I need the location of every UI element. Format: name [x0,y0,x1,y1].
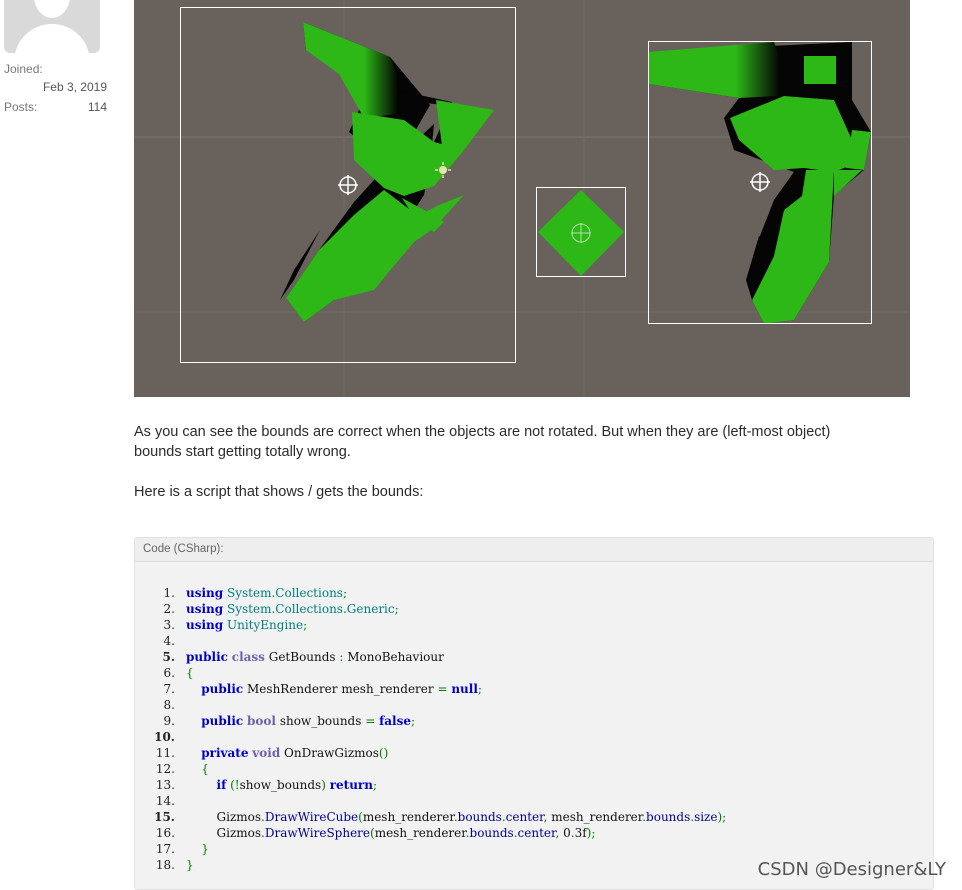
code-line: 15. Gizmos.DrawWireCube(mesh_renderer.bo… [135,809,933,825]
line-number: 4. [163,634,175,648]
code-line: 14. [135,793,933,809]
posts-count: 114 [87,100,107,114]
line-number: 15. [154,810,175,824]
line-number: 6. [163,666,175,680]
code-text: using System.Collections; [186,586,348,600]
post-paragraph-2: Here is a script that shows / gets the b… [134,484,424,500]
code-text: public class GetBounds : MonoBehaviour [186,650,444,664]
joined-label: Joined: [4,62,43,76]
code-line: 3. using UnityEngine; [135,617,933,633]
code-line: 7. public MeshRenderer mesh_renderer = n… [135,681,933,697]
line-number: 9. [163,714,175,728]
code-line: 5. public class GetBounds : MonoBehaviour [135,649,933,665]
code-text: if (!show_bounds) return; [216,778,378,792]
csdn-watermark: CSDN @Designer&LY [757,859,946,880]
line-number: 8. [163,698,175,712]
line-number: 11. [155,746,175,760]
code-line: 4. [135,633,933,649]
code-line: 12. { [135,761,933,777]
code-text: } [186,858,194,872]
code-line: 9. public bool show_bounds = false; [135,713,933,729]
code-line: 16. Gizmos.DrawWireSphere(mesh_renderer.… [135,825,933,841]
line-number: 3. [163,618,175,632]
paragraph-line: bounds start getting totally wrong. [134,444,351,460]
code-block-header: Code (CSharp): [135,538,933,562]
posts-label: Posts: [4,100,38,114]
line-number: 5. [162,650,175,664]
code-text: { [201,762,209,776]
line-number: 14. [155,794,175,808]
code-text: public MeshRenderer mesh_renderer = null… [201,682,482,696]
joined-date: Feb 3, 2019 [42,80,107,94]
default-avatar-icon [34,0,70,18]
line-number: 1. [163,586,175,600]
code-text: Gizmos.DrawWireCube(mesh_renderer.bounds… [186,810,727,824]
paragraph-line: As you can see the bounds are correct wh… [134,424,831,440]
post-paragraph-1: As you can see the bounds are correct wh… [134,422,914,462]
code-line: 1. using System.Collections; [135,585,933,601]
line-number: 2. [163,602,175,616]
code-line: 17. } [135,841,933,857]
code-line: 10. [135,729,933,745]
code-text: { [186,666,194,680]
line-number: 17. [155,842,175,856]
code-lines[interactable]: 1. using System.Collections; 2. using Syste… [135,585,933,873]
line-number: 16. [155,826,175,840]
code-text: Gizmos.DrawWireSphere(mesh_renderer.boun… [186,826,596,840]
line-number: 10. [154,730,175,744]
code-text: public bool show_bounds = false; [201,714,416,728]
code-line: 13. if (!show_bounds) return; [135,777,933,793]
line-number: 7. [163,682,175,696]
user-avatar[interactable] [4,0,100,53]
code-line: 2. using System.Collections.Generic; [135,601,933,617]
code-block[interactable]: Code (CSharp): 1. using System.Collection… [134,537,934,890]
pivot-gizmo-icon [750,172,770,192]
code-line: 6. { [135,665,933,681]
code-text: using UnityEngine; [186,618,308,632]
code-text: } [201,842,209,856]
rotated-mesh-left [280,22,494,322]
code-line: 8. [135,697,933,713]
post-image-unity-scene[interactable] [134,0,910,397]
line-number: 13. [155,778,175,792]
line-number: 12. [155,762,175,776]
line-number: 18. [155,858,175,872]
code-text: private void OnDrawGizmos() [201,746,389,760]
pivot-gizmo-icon [338,175,358,195]
code-text: using System.Collections.Generic; [186,602,399,616]
code-line: 11. private void OnDrawGizmos() [135,745,933,761]
